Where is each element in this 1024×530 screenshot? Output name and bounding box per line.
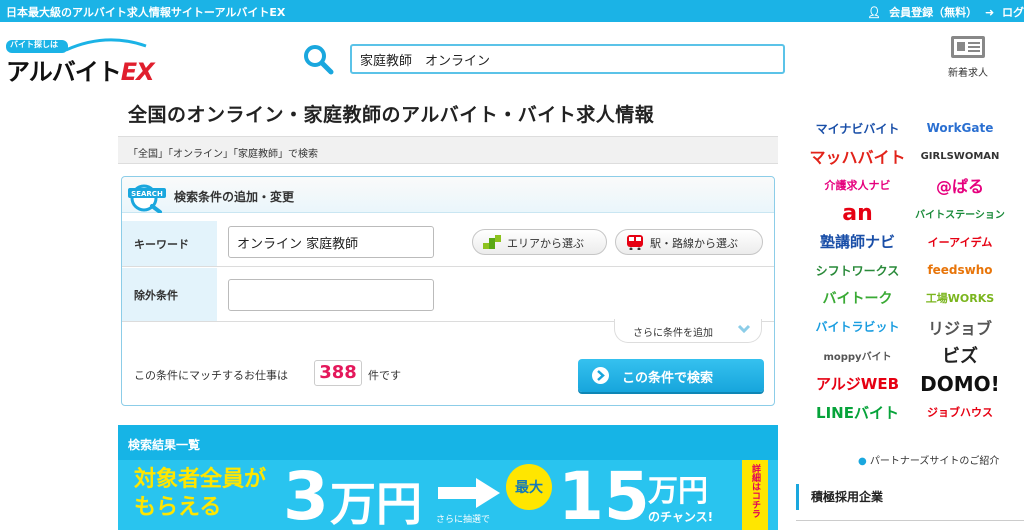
match-suffix: 件です xyxy=(368,369,401,382)
promo-chance: のチャンス! xyxy=(648,510,714,524)
partner-logo[interactable]: 塾講師ナビ xyxy=(810,230,905,254)
partner-logo[interactable]: バイトーク xyxy=(810,286,905,310)
add-conditions-toggle[interactable]: さらに条件を追加 xyxy=(614,319,762,343)
panel-header: SEARCH 検索条件の追加・変更 xyxy=(122,177,774,213)
keyword-input[interactable]: オンライン 家庭教師 xyxy=(228,226,434,258)
newspaper-icon xyxy=(951,36,985,58)
new-jobs-label: 新着求人 xyxy=(948,68,988,79)
promo-amount-1: 3 xyxy=(283,460,329,530)
promo-lottery: さらに抽選で xyxy=(436,515,491,525)
search-conditions-panel: SEARCH 検索条件の追加・変更 キーワード オンライン 家庭教師 エリアから… xyxy=(121,176,775,406)
new-jobs-button[interactable]: 新着求人 xyxy=(938,36,998,79)
partner-logo[interactable]: 介護求人ナビ xyxy=(810,173,905,197)
exclude-input[interactable] xyxy=(228,279,434,311)
chevron-down-icon xyxy=(737,324,751,334)
partner-logo[interactable]: GIRLSWOMAN xyxy=(908,144,1012,168)
partner-logo[interactable]: イーアイデム xyxy=(908,230,1012,254)
promo-detail-link[interactable]: 詳細はコチラ xyxy=(742,460,768,530)
logo-wordmark: アルバイトEX xyxy=(6,58,155,86)
panel-title: 検索条件の追加・変更 xyxy=(174,190,295,204)
results-heading: 検索結果一覧 xyxy=(118,425,778,460)
top-bar: 日本最大級のアルバイト求人情報サイトーアルバイトEX 👤︎ 会員登録（無料） ➜… xyxy=(0,0,1024,22)
train-icon xyxy=(627,235,643,250)
partner-logo[interactable]: バイトステーション xyxy=(908,201,1012,225)
partners-link[interactable]: ● パートナーズサイトのご紹介 xyxy=(858,452,999,467)
login-icon: ➜ xyxy=(984,6,995,19)
divider xyxy=(796,520,1024,521)
partner-logo[interactable]: 工場WORKS xyxy=(908,286,1012,310)
keyword-label: キーワード xyxy=(122,221,217,266)
partner-logo[interactable]: アルジWEB xyxy=(810,372,905,396)
partner-logo[interactable]: @ぱる xyxy=(908,173,1012,197)
logo-small-text: バイト探しは xyxy=(10,40,58,49)
search-icon[interactable] xyxy=(302,43,334,75)
user-icon: 👤︎ xyxy=(867,6,882,19)
login-link[interactable]: ログ xyxy=(1002,6,1024,19)
partner-logo[interactable]: ジョブハウス xyxy=(908,400,1012,424)
promo-lead: 対象者全員が もらえる xyxy=(134,467,267,520)
station-select-button[interactable]: 駅・路線から選ぶ xyxy=(615,229,763,255)
partner-logo[interactable]: WorkGate xyxy=(908,116,1012,140)
partner-logo[interactable]: シフトワークス xyxy=(810,258,905,282)
partner-logo[interactable]: an xyxy=(810,201,905,226)
match-prefix: この条件にマッチするお仕事は xyxy=(134,369,288,382)
account-links: 👤︎ 会員登録（無料） ➜ ログ xyxy=(863,4,1024,20)
promo-max-badge: 最大 xyxy=(506,464,552,510)
partner-logo[interactable]: LINEバイト xyxy=(810,400,905,424)
partner-logo[interactable]: moppyバイト xyxy=(810,343,905,367)
arrow-right-icon xyxy=(592,367,609,384)
partner-logo[interactable]: マイナビバイト xyxy=(810,116,905,140)
partner-logo[interactable]: DOMO! xyxy=(908,372,1012,396)
exclude-row: 除外条件 xyxy=(122,268,774,322)
partner-logo[interactable]: ビズ xyxy=(908,343,1012,367)
promo-banner[interactable]: 対象者全員が もらえる 3 万円 さらに抽選で 最大 15 万円 のチャンス! … xyxy=(118,460,778,530)
search-badge-icon: SEARCH xyxy=(128,184,166,213)
keyword-row: キーワード オンライン 家庭教師 エリアから選ぶ 駅・路線から選ぶ xyxy=(122,221,774,267)
area-select-button[interactable]: エリアから選ぶ xyxy=(472,229,607,255)
partner-logo[interactable]: リジョブ xyxy=(908,315,1012,339)
partner-logo[interactable]: マッハバイト xyxy=(810,144,906,168)
bullet-icon: ● xyxy=(858,456,867,467)
exclude-label: 除外条件 xyxy=(122,268,217,321)
search-submit-button[interactable]: この条件で検索 xyxy=(578,359,764,392)
register-link[interactable]: 会員登録（無料） xyxy=(889,6,977,19)
page-title: 全国のオンライン・家庭教師のアルバイト・バイト求人情報 xyxy=(128,104,655,126)
breadcrumb: 「全国」「オンライン」「家庭教師」で検索 xyxy=(118,136,778,164)
hiring-companies-title: 積極採用企業 xyxy=(796,484,1024,510)
promo-unit-2: 万円 xyxy=(648,474,708,509)
search-input[interactable]: 家庭教師 オンライン xyxy=(350,44,785,74)
map-icon xyxy=(483,235,501,249)
partner-logo[interactable]: feedswho xyxy=(908,258,1012,282)
site-tagline: 日本最大級のアルバイト求人情報サイトーアルバイトEX xyxy=(6,6,286,19)
arrow-right-icon xyxy=(438,478,500,508)
promo-unit-1: 万円 xyxy=(330,477,422,530)
svg-text:SEARCH: SEARCH xyxy=(131,190,163,198)
site-logo[interactable]: バイト探しは アルバイトEX xyxy=(4,34,164,86)
match-count: 388 xyxy=(314,360,362,386)
partner-logo[interactable]: バイトラビット xyxy=(810,315,905,339)
promo-amount-2: 15 xyxy=(558,460,650,530)
